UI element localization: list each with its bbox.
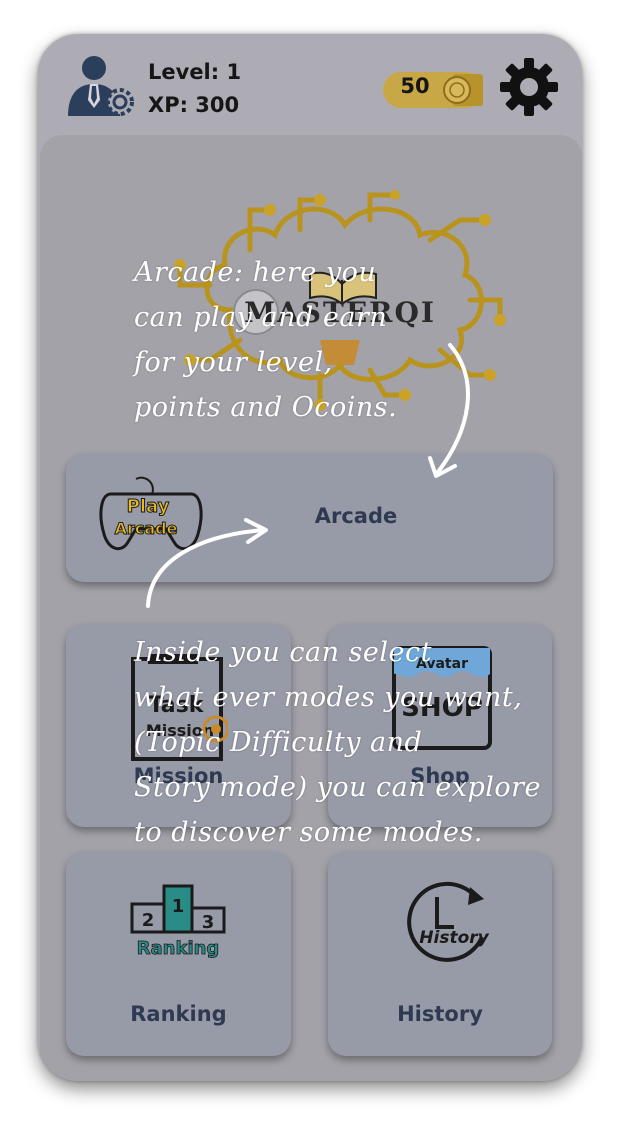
note-line: Arcade: here you <box>134 257 377 288</box>
app-screen: Level: 1 XP: 300 50 MASTERQI Play Arcade… <box>38 34 582 1081</box>
tutorial-note-modes: Inside you can select what ever modes yo… <box>134 630 604 855</box>
tutorial-note-arcade: Arcade: here you can play and earn for y… <box>134 250 464 430</box>
arcade-text: Arcade <box>115 519 178 538</box>
ranking-button[interactable]: 2 1 3 Ranking Ranking <box>66 852 291 1056</box>
history-label: History <box>397 1002 483 1026</box>
note-line: (Topic Difficulty and <box>134 727 423 758</box>
history-icon-text: History <box>419 928 489 948</box>
rank-3: 3 <box>202 912 215 933</box>
level-label: Level: 1 <box>148 60 242 84</box>
note-line: what ever modes you want, <box>134 682 523 713</box>
user-gear-icon[interactable] <box>64 54 136 120</box>
arcade-button[interactable]: Play Arcade Arcade <box>66 454 553 582</box>
arcade-label: Arcade <box>314 504 398 528</box>
note-line: can play and earn <box>134 302 388 333</box>
xp-label: XP: 300 <box>148 93 240 117</box>
note-line: Inside you can select <box>134 637 432 668</box>
history-button[interactable]: History History <box>328 852 552 1056</box>
settings-gear-icon[interactable] <box>498 56 560 118</box>
rank-2: 2 <box>142 910 155 931</box>
gamepad-icon: Play Arcade <box>99 476 203 551</box>
top-bar: Level: 1 XP: 300 50 <box>38 34 582 134</box>
note-line: for your level, <box>134 347 333 378</box>
play-text: Play <box>127 496 170 517</box>
note-line: points and Ocoins. <box>134 392 398 423</box>
podium-icon: 2 1 3 Ranking <box>130 884 226 959</box>
rank-1: 1 <box>172 896 185 917</box>
history-clock-icon: History <box>407 881 490 962</box>
coin-count: 50 <box>400 74 430 98</box>
ranking-label: Ranking <box>130 1002 227 1026</box>
note-line: to discover some modes. <box>134 817 483 848</box>
note-line: Story mode) you can explore <box>134 772 542 803</box>
ranking-icon-text: Ranking <box>137 938 220 959</box>
